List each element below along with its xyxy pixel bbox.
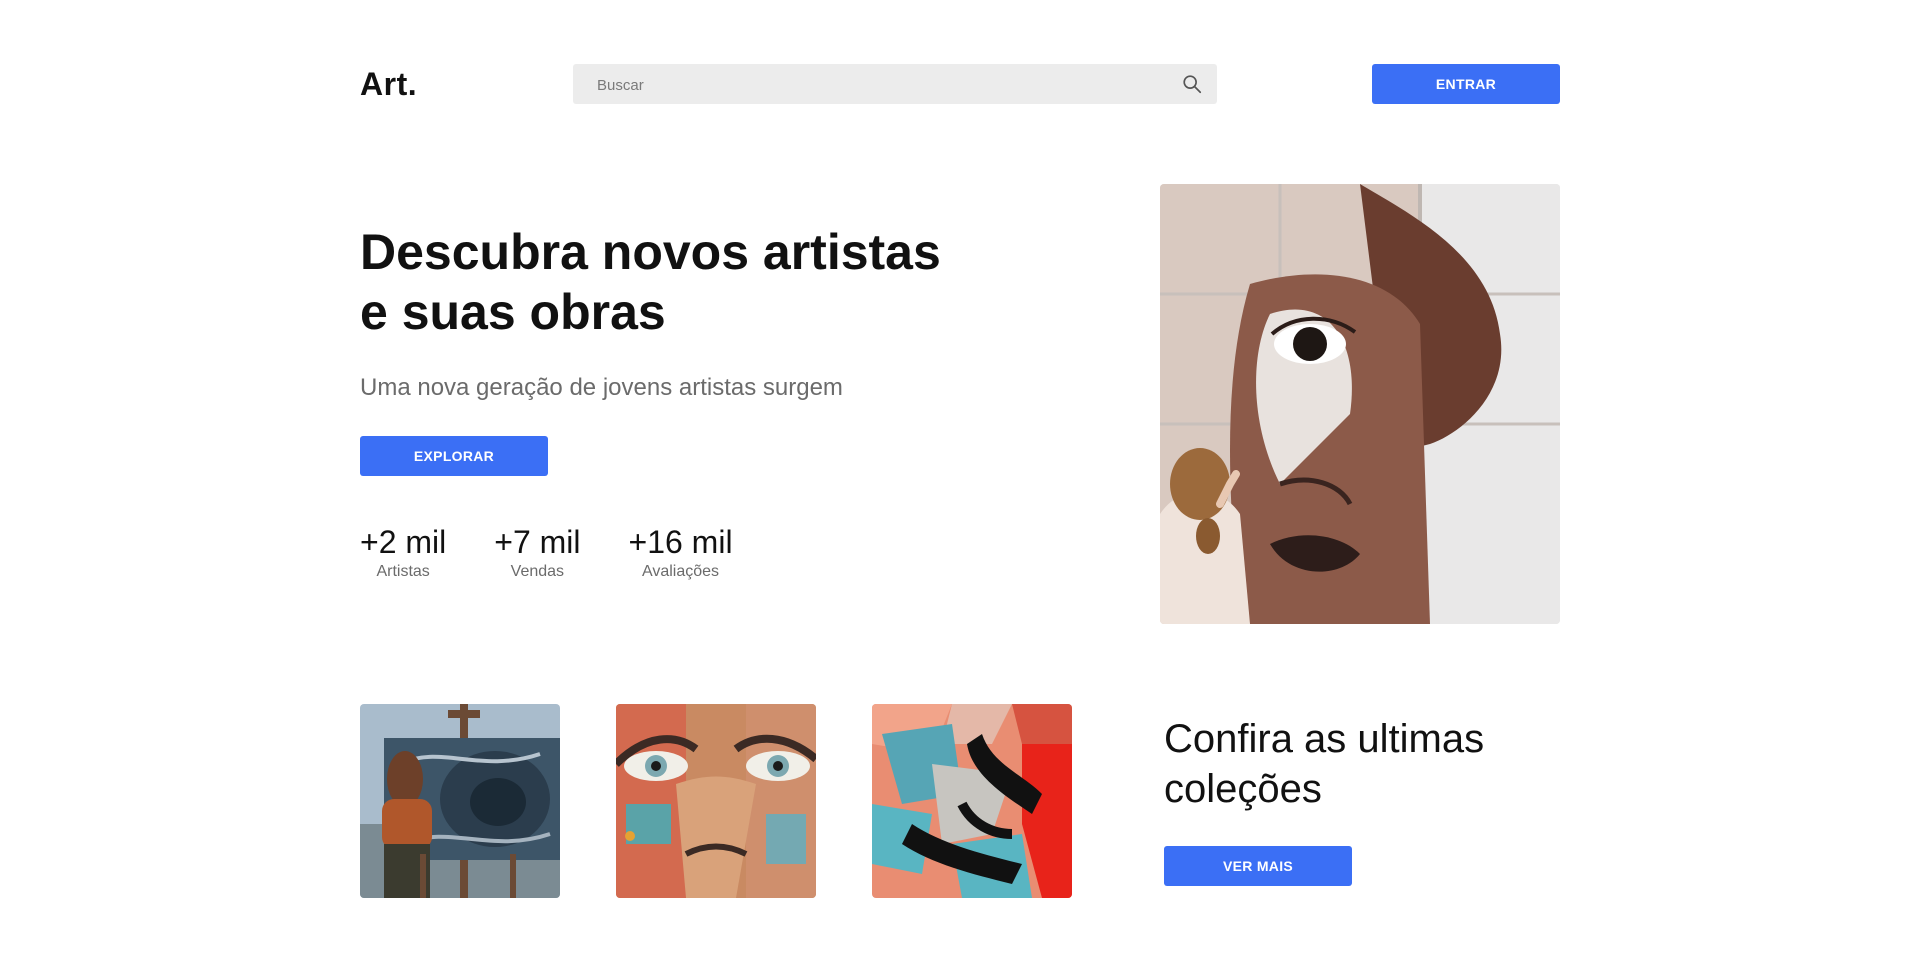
stat-artists: +2 mil Artistas <box>360 524 446 582</box>
hero-mural-image <box>1160 184 1560 624</box>
search-icon[interactable] <box>1181 73 1203 95</box>
collections-title: Confira as ultimas coleções <box>1164 714 1564 814</box>
hero-title-line-1: Descubra novos artistas <box>360 224 941 280</box>
collection-thumb-painter[interactable] <box>360 704 560 898</box>
collection-thumb-face[interactable] <box>616 704 816 898</box>
face-graffiti-illustration <box>616 704 816 898</box>
see-more-button[interactable]: VER MAIS <box>1164 846 1352 886</box>
search-input[interactable] <box>573 64 1179 106</box>
painter-illustration <box>360 704 560 898</box>
collections-title-line-1: Confira as ultimas <box>1164 717 1485 761</box>
explore-button[interactable]: EXPLORAR <box>360 436 548 476</box>
site-logo[interactable]: Art. <box>360 66 417 103</box>
hero-title: Descubra novos artistas e suas obras <box>360 222 1000 342</box>
stat-label: Vendas <box>510 563 565 580</box>
hero-subtitle: Uma nova geração de jovens artistas surg… <box>360 374 843 401</box>
stat-sales: +7 mil Vendas <box>494 524 580 582</box>
page: Art. ENTRAR Descubra novos artistas e su… <box>0 0 1920 961</box>
search-bar <box>573 64 1217 106</box>
stat-label: Artistas <box>376 563 430 580</box>
stat-value: +2 mil <box>360 524 447 560</box>
stat-value: +16 mil <box>628 524 733 560</box>
login-button[interactable]: ENTRAR <box>1372 64 1560 104</box>
hero-title-line-2: e suas obras <box>360 284 666 340</box>
stat-label: Avaliações <box>641 563 720 580</box>
mural-illustration <box>1160 184 1560 624</box>
stat-reviews: +16 mil Avaliações <box>629 524 733 582</box>
abstract-mural-illustration <box>872 704 1072 898</box>
collections-title-line-2: coleções <box>1164 767 1322 811</box>
stat-value: +7 mil <box>494 524 581 560</box>
stats-row: +2 mil Artistas +7 mil Vendas +16 mil Av… <box>360 524 781 582</box>
collection-thumb-abstract[interactable] <box>872 704 1072 898</box>
